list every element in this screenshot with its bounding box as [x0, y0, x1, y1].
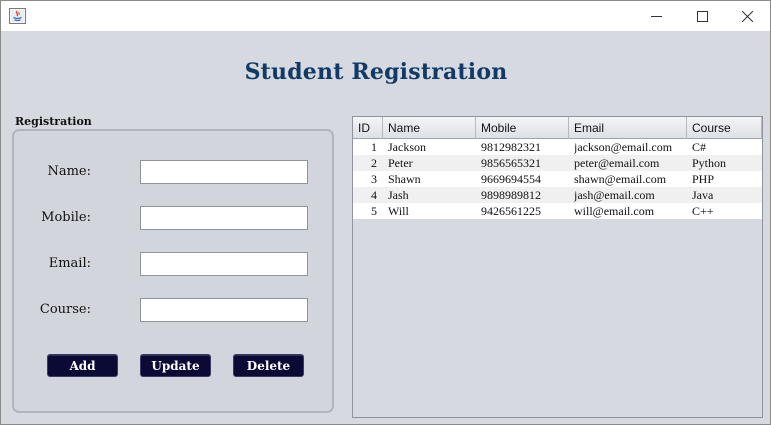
- add-button[interactable]: Add: [47, 354, 118, 377]
- close-button[interactable]: [724, 1, 770, 31]
- table-row[interactable]: 5 Will 9426561225 will@email.com C++: [353, 203, 762, 219]
- maximize-button[interactable]: [679, 1, 725, 31]
- cell-mobile: 9898989812: [481, 188, 541, 202]
- delete-button[interactable]: Delete: [233, 354, 304, 377]
- cell-course: Python: [692, 156, 727, 170]
- cell-course: C#: [692, 140, 707, 154]
- cell-email: will@email.com: [574, 204, 655, 218]
- page-title: Student Registration: [244, 59, 508, 85]
- email-label: Email:: [48, 256, 91, 271]
- cell-name: Shawn: [388, 172, 421, 186]
- mobile-field[interactable]: [140, 206, 308, 230]
- mobile-label: Mobile:: [41, 210, 91, 225]
- cell-course: PHP: [692, 172, 715, 186]
- cell-id: 4: [371, 188, 377, 202]
- column-header-email[interactable]: Email: [569, 117, 687, 139]
- name-field[interactable]: [140, 160, 308, 184]
- update-button[interactable]: Update: [140, 354, 211, 377]
- cell-course: C++: [692, 204, 714, 218]
- cell-mobile: 9426561225: [481, 204, 541, 218]
- cell-name: Jash: [388, 188, 409, 202]
- title-bar[interactable]: [1, 1, 770, 31]
- column-header-id[interactable]: ID: [353, 117, 383, 139]
- table-row[interactable]: 2 Peter 9856565321 peter@email.com Pytho…: [353, 155, 762, 171]
- minimize-icon: [650, 11, 662, 22]
- students-table[interactable]: ID Name Mobile Email Course 1 Jackson 98…: [352, 116, 763, 418]
- cell-mobile: 9812982321: [481, 140, 541, 154]
- cell-mobile: 9856565321: [481, 156, 541, 170]
- column-header-mobile[interactable]: Mobile: [476, 117, 569, 139]
- cell-id: 5: [371, 204, 377, 218]
- cell-mobile: 9669694554: [481, 172, 541, 186]
- course-field[interactable]: [140, 298, 308, 322]
- table-row[interactable]: 1 Jackson 9812982321 jackson@email.com C…: [353, 139, 762, 155]
- course-label: Course:: [39, 302, 91, 317]
- table-body: 1 Jackson 9812982321 jackson@email.com C…: [353, 139, 762, 219]
- minimize-button[interactable]: [633, 1, 679, 31]
- column-header-course[interactable]: Course: [687, 117, 762, 139]
- name-label: Name:: [47, 164, 91, 179]
- cell-name: Jackson: [388, 140, 426, 154]
- cell-id: 3: [371, 172, 377, 186]
- maximize-icon: [696, 10, 708, 22]
- table-row[interactable]: 3 Shawn 9669694554 shawn@email.com PHP: [353, 171, 762, 187]
- cell-course: Java: [692, 188, 714, 202]
- table-row[interactable]: 4 Jash 9898989812 jash@email.com Java: [353, 187, 762, 203]
- cell-id: 2: [371, 156, 377, 170]
- cell-id: 1: [371, 140, 377, 154]
- cell-email: peter@email.com: [574, 156, 660, 170]
- table-header: ID Name Mobile Email Course: [353, 117, 762, 139]
- cell-email: jackson@email.com: [574, 140, 673, 154]
- app-window: Student Registration Registration Name: …: [0, 0, 771, 425]
- registration-group-title: Registration: [15, 115, 92, 128]
- email-field[interactable]: [140, 252, 308, 276]
- cell-name: Will: [388, 204, 409, 218]
- close-icon: [741, 10, 753, 22]
- cell-email: jash@email.com: [574, 188, 655, 202]
- cell-email: shawn@email.com: [574, 172, 667, 186]
- cell-name: Peter: [388, 156, 413, 170]
- column-header-name[interactable]: Name: [383, 117, 476, 139]
- java-icon: [9, 8, 26, 24]
